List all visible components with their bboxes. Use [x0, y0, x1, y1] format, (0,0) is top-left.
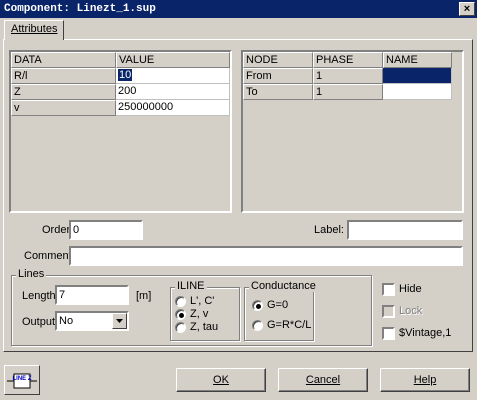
data-value-grid: DATA VALUE R/l 10 Z 200 v 250000000 [9, 50, 232, 213]
conductance-radio-grcl[interactable] [252, 320, 263, 331]
output-label: Output [22, 316, 56, 328]
iline-radio-lc[interactable] [175, 296, 186, 307]
conductance-radio-g0[interactable] [252, 300, 263, 311]
data-row-name[interactable]: Z [11, 84, 116, 100]
vintage-label: $Vintage,1 [399, 327, 452, 339]
conductance-group [244, 287, 314, 341]
label-label: Label: [314, 224, 344, 236]
iline-option-zv: Z, v [190, 308, 209, 320]
iline-radio-zv[interactable] [175, 309, 186, 320]
node-row-name[interactable] [383, 68, 452, 84]
comment-label: Comment: [24, 250, 75, 262]
output-select-value: No [59, 315, 74, 327]
ok-button-label: OK [213, 374, 229, 386]
lock-checkbox [382, 305, 395, 318]
data-row-value-cell[interactable]: 10 [116, 68, 230, 84]
chevron-down-icon [116, 319, 123, 323]
iline-radio-ztau[interactable] [175, 322, 186, 333]
data-row-value[interactable]: 250000000 [116, 100, 230, 116]
name-column-header[interactable]: NAME [383, 52, 452, 68]
cancel-button[interactable]: Cancel [278, 368, 368, 392]
component-icon-button[interactable]: LINE Z [4, 365, 40, 395]
close-icon: × [463, 3, 471, 15]
iline-group-title: ILINE [175, 280, 207, 292]
hide-label: Hide [399, 283, 422, 295]
tab-attributes[interactable]: Attributes [4, 20, 65, 40]
node-row-phase[interactable]: 1 [313, 68, 383, 84]
label-input[interactable] [347, 220, 463, 240]
data-column-header[interactable]: DATA [11, 52, 116, 68]
iline-option-ztau: Z, tau [190, 321, 219, 333]
vintage-checkbox[interactable] [382, 327, 395, 340]
tab-attributes-label: Attributes [11, 23, 58, 35]
line-z-icon: LINE Z [7, 373, 37, 389]
iline-option-lc: L', C' [190, 295, 215, 307]
data-row-value[interactable]: 200 [116, 84, 230, 100]
help-button[interactable]: Help [380, 368, 470, 392]
lock-label: Lock [399, 305, 423, 317]
conductance-group-title: Conductance [249, 280, 318, 292]
node-row-name[interactable] [383, 84, 452, 100]
node-row-phase[interactable]: 1 [313, 84, 383, 100]
window-title-bar[interactable]: Component: Linezt_1.sup [0, 0, 477, 18]
comment-input[interactable] [69, 246, 463, 266]
data-row-value: 10 [118, 69, 133, 81]
length-label: Length [22, 290, 56, 302]
window-title: Component: Linezt_1.sup [4, 3, 156, 15]
node-row-node[interactable]: To [243, 84, 313, 100]
lines-group-title: Lines [16, 268, 47, 280]
output-dropdown-button[interactable] [112, 313, 127, 329]
length-unit: [m] [136, 290, 152, 302]
data-row-name[interactable]: R/l [11, 68, 116, 84]
node-phase-grid: NODE PHASE NAME From 1 To 1 [241, 50, 464, 213]
close-button[interactable]: × [459, 2, 475, 16]
order-input[interactable]: 0 [69, 220, 143, 240]
length-input[interactable]: 7 [55, 285, 129, 305]
cancel-button-label: Cancel [305, 374, 341, 386]
hide-checkbox[interactable] [382, 283, 395, 296]
node-column-header[interactable]: NODE [243, 52, 313, 68]
conductance-option-grcl: G=R*C/L [267, 319, 312, 331]
node-row-node[interactable]: From [243, 68, 313, 84]
icon-text: LINE Z [13, 376, 32, 382]
data-row-name[interactable]: v [11, 100, 116, 116]
ok-button[interactable]: OK [176, 368, 266, 392]
output-select[interactable]: No [55, 311, 129, 331]
conductance-option-g0: G=0 [267, 299, 289, 311]
value-column-header[interactable]: VALUE [116, 52, 230, 68]
help-button-label: Help [413, 374, 437, 386]
phase-column-header[interactable]: PHASE [313, 52, 383, 68]
